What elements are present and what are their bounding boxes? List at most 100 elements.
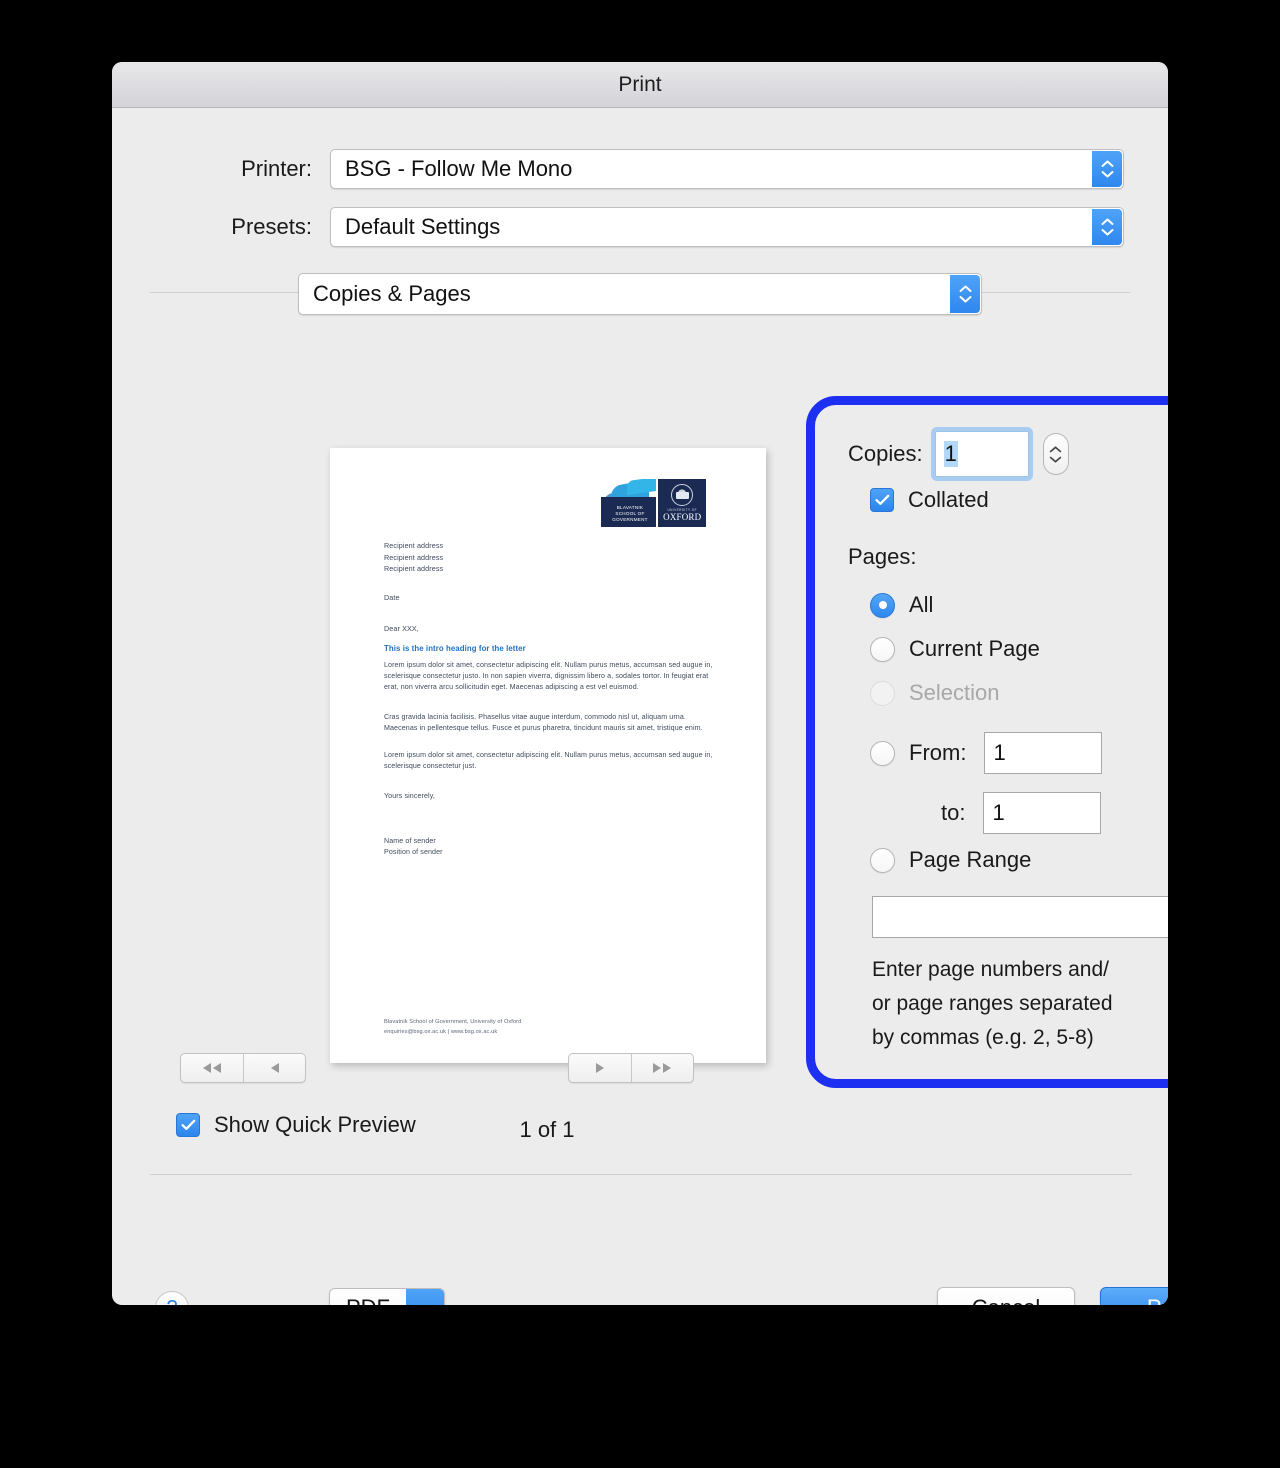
pager-last-button[interactable] [631, 1054, 693, 1082]
next-icon [595, 1063, 604, 1073]
doc-footer: Blavatnik School of Government, Universi… [384, 1017, 521, 1037]
collated-row[interactable]: Collated [870, 487, 989, 513]
doc-sender-name: Name of sender [384, 837, 436, 845]
print-button[interactable]: Print [1100, 1287, 1168, 1305]
previous-icon [271, 1063, 279, 1073]
chevron-down-icon[interactable] [406, 1289, 444, 1305]
pages-label: Pages: [848, 544, 917, 569]
pages-option-from-label: From: [909, 740, 967, 765]
presets-popup-button[interactable]: Default Settings [330, 207, 1124, 247]
radio-from[interactable] [870, 740, 895, 766]
page-range-hint: Enter page numbers and/ or page ranges s… [872, 953, 1168, 1055]
copies-label: Copies: [848, 441, 923, 466]
rewind-icon [203, 1063, 221, 1073]
doc-paragraph-2: Cras gravida lacinia facilisis. Phasellu… [384, 713, 703, 732]
presets-row: Presets: Default Settings [190, 207, 1168, 247]
copies-input-value: 1 [943, 441, 958, 467]
doc-recipient-line: Recipient address [384, 564, 444, 573]
page-range-input[interactable] [872, 896, 1168, 938]
chevron-updown-icon [1092, 151, 1122, 187]
chevron-updown-icon [1092, 209, 1122, 245]
copies-stepper[interactable] [1042, 433, 1069, 475]
doc-recipient-block: Recipient address Recipient address Reci… [384, 540, 443, 575]
pager-back-group [180, 1053, 306, 1083]
oxford-university-logo-icon: UNIVERSITY OF OXFORD [658, 479, 706, 527]
doc-recipient-line: Recipient address [384, 541, 444, 550]
pages-option-selection: Selection [870, 680, 1000, 706]
copies-and-pages-panel: Copies: 1 Collated Pages: All Current Pa… [806, 396, 1168, 1088]
radio-all[interactable] [870, 592, 895, 618]
from-page-input[interactable]: 1 [984, 732, 1103, 774]
pages-option-page-range-label: Page Range [909, 847, 1032, 872]
doc-closing: Yours sincerely, [384, 792, 435, 800]
checkmark-icon [180, 1119, 195, 1130]
show-quick-preview-label: Show Quick Preview [214, 1112, 416, 1137]
pager-first-button[interactable] [181, 1054, 243, 1082]
pager-forward-group [568, 1053, 694, 1083]
doc-paragraph-3: Lorem ipsum dolor sit amet, consectetur … [384, 751, 713, 770]
collated-checkbox[interactable] [870, 488, 894, 512]
pager-next-button[interactable] [569, 1054, 631, 1082]
pdf-button-label: PDF [330, 1289, 406, 1305]
doc-paragraph-1: Lorem ipsum dolor sit amet, consectetur … [384, 661, 713, 691]
copies-input[interactable]: 1 [930, 427, 1033, 481]
print-preview-page[interactable]: BLAVATNIK SCHOOL OF GOVERNMENT UNIVERSIT… [330, 448, 766, 1063]
to-page-value: 1 [992, 800, 1005, 825]
show-quick-preview-checkbox[interactable] [176, 1113, 200, 1137]
radio-page-range[interactable] [870, 847, 895, 873]
pages-option-current-page[interactable]: Current Page [870, 636, 1040, 662]
to-page-input[interactable]: 1 [983, 792, 1102, 834]
chevron-updown-icon [950, 275, 980, 313]
radio-current-page[interactable] [870, 636, 895, 662]
hint-line-2: or page ranges separated [872, 992, 1113, 1015]
blavatnik-school-logo-icon: BLAVATNIK SCHOOL OF GOVERNMENT [601, 479, 657, 527]
pages-option-page-range[interactable]: Page Range [870, 847, 1031, 873]
doc-footer-line2: enquiries@bsg.ox.ac.uk | www.bsg.ox.ac.u… [384, 1029, 498, 1035]
logo-bsg-line3: GOVERNMENT [612, 517, 648, 522]
stepper-down-icon [1049, 456, 1062, 463]
hint-line-3: by commas (e.g. 2, 5-8) [872, 1026, 1094, 1049]
hint-line-1: Enter page numbers and/ [872, 958, 1109, 981]
radio-selection [870, 680, 895, 706]
logo-ox-name: OXFORD [663, 512, 702, 522]
cancel-button-label: Cancel [972, 1295, 1040, 1305]
printer-popup-value: BSG - Follow Me Mono [345, 156, 573, 181]
pages-option-all[interactable]: All [870, 592, 933, 618]
pane-popup-button[interactable]: Copies & Pages [298, 273, 982, 315]
doc-salutation: Dear XXX, [384, 624, 419, 633]
separator-right [982, 292, 1130, 293]
separator-left [150, 292, 298, 293]
pages-option-from[interactable]: From: 1 [870, 732, 1103, 774]
printer-row: Printer: BSG - Follow Me Mono [190, 149, 1168, 189]
from-page-value: 1 [993, 740, 1006, 765]
stepper-up-icon [1049, 445, 1062, 452]
printer-label: Printer: [241, 156, 312, 181]
pages-option-selection-label: Selection [909, 680, 1000, 705]
presets-label: Presets: [231, 214, 312, 239]
dialog-title: Print [618, 73, 662, 96]
fast-forward-icon [652, 1063, 671, 1073]
doc-date: Date [384, 593, 400, 602]
presets-popup-value: Default Settings [345, 214, 501, 239]
collated-label: Collated [908, 487, 989, 512]
pager-previous-button[interactable] [243, 1054, 305, 1082]
show-quick-preview-row[interactable]: Show Quick Preview [176, 1112, 416, 1138]
doc-recipient-line: Recipient address [384, 552, 444, 562]
printer-popup-button[interactable]: BSG - Follow Me Mono [330, 149, 1124, 189]
help-button[interactable]: ? [155, 1291, 189, 1305]
cancel-button[interactable]: Cancel [937, 1287, 1075, 1305]
print-dialog: Print Printer: BSG - Follow Me Mono Pres… [112, 62, 1168, 1305]
print-button-label: Print [1147, 1295, 1168, 1305]
pages-option-current-page-label: Current Page [909, 636, 1040, 661]
copies-row: Copies: 1 [848, 427, 1069, 481]
to-label: to: [941, 800, 966, 825]
question-mark-icon: ? [166, 1297, 177, 1306]
pane-popup-value: Copies & Pages [313, 281, 471, 306]
doc-heading: This is the intro heading for the letter [384, 644, 526, 653]
page-indicator: 1 of 1 [519, 1117, 575, 1142]
pages-to-row: to: 1 [941, 792, 1102, 834]
bsg-oxford-logo: BLAVATNIK SCHOOL OF GOVERNMENT UNIVERSIT… [601, 479, 706, 527]
doc-footer-line1: Blavatnik School of Government, Universi… [384, 1019, 522, 1025]
pdf-menu-button[interactable]: PDF [329, 1288, 445, 1305]
dialog-titlebar: Print [112, 62, 1168, 108]
